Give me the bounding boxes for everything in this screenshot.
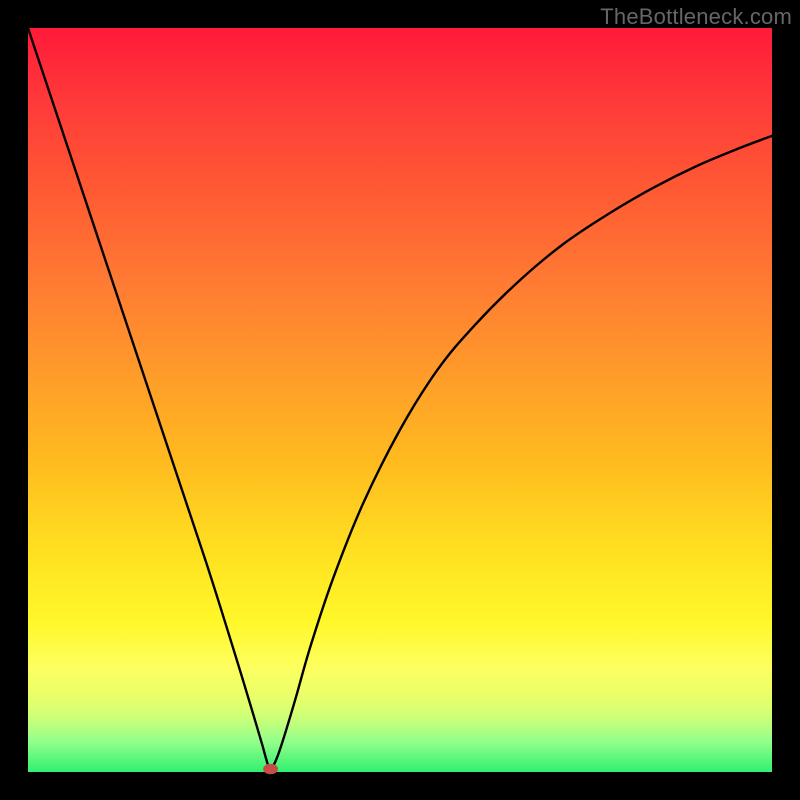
chart-plot-area [28,28,772,772]
chart-svg [28,28,772,772]
chart-curve [28,28,772,769]
chart-frame: TheBottleneck.com [0,0,800,800]
watermark-label: TheBottleneck.com [600,4,792,30]
chart-marker [263,764,278,774]
